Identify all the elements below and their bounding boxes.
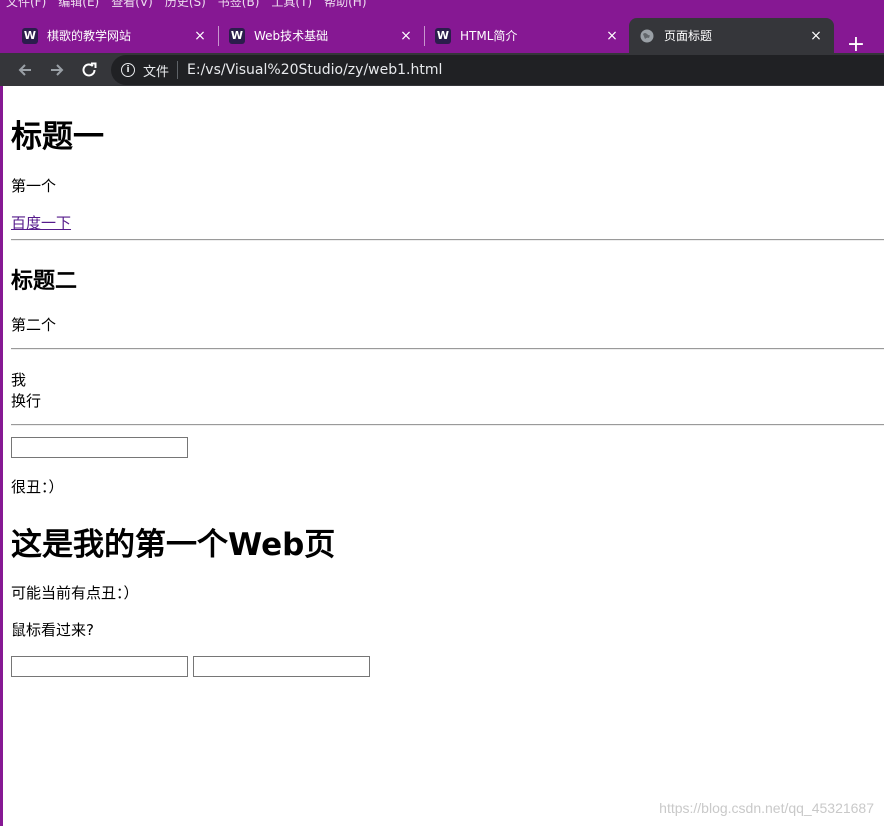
reload-icon [82, 62, 97, 77]
tab-title: Web技术基础 [254, 29, 329, 43]
menu-bar: 文件(F) 编辑(E) 查看(V) 历史(S) 书签(B) 工具(T) 帮助(H… [0, 0, 884, 10]
info-icon[interactable]: i [121, 63, 135, 77]
arrow-right-icon [51, 64, 64, 76]
close-icon[interactable]: × [604, 28, 620, 44]
horizontal-rule [11, 239, 884, 241]
menu-bookmarks[interactable]: 书签(B) [218, 0, 260, 10]
tab-strip: W 棋歌的教学网站 × W Web技术基础 × W HTML简介 × 页面标题 … [0, 10, 884, 57]
address-divider [177, 61, 179, 79]
browser-window: 文件(F) 编辑(E) 查看(V) 历史(S) 书签(B) 工具(T) 帮助(H… [0, 0, 884, 826]
baidu-link[interactable]: 百度一下 [11, 214, 71, 232]
line-break-text: 换行 [11, 392, 42, 410]
forward-button[interactable] [44, 57, 70, 83]
arrow-left-icon [18, 64, 31, 76]
menu-help[interactable]: 帮助(H) [324, 0, 366, 10]
w-favicon-icon: W [229, 27, 245, 44]
w-favicon-icon: W [435, 27, 451, 44]
browser-toolbar: i 文件 E:/vs/Visual%20Studio/zy/web1.html [0, 53, 884, 86]
menu-history[interactable]: 历史(S) [165, 0, 206, 10]
globe-icon [639, 28, 655, 44]
paragraph-mouse-here: 鼠标看过来? [11, 621, 94, 639]
heading-first-web-page: 这是我的第一个Web页 [11, 527, 336, 563]
tab-title: 棋歌的教学网站 [47, 29, 132, 43]
close-icon[interactable]: × [398, 28, 414, 44]
horizontal-rule [11, 424, 884, 426]
text-input-1[interactable] [11, 437, 188, 458]
url-text[interactable]: E:/vs/Visual%20Studio/zy/web1.html [187, 62, 442, 78]
scheme-label: 文件 [143, 64, 170, 80]
paragraph-second: 第二个 [11, 316, 57, 334]
heading-two: 标题二 [11, 269, 78, 294]
close-icon[interactable]: × [808, 28, 824, 44]
menu-view[interactable]: 查看(V) [111, 0, 153, 10]
tab-teaching-site[interactable]: W 棋歌的教学网站 × [12, 18, 218, 53]
heading-one: 标题一 [11, 119, 104, 155]
menu-file[interactable]: 文件(F) [6, 0, 46, 10]
back-button[interactable] [12, 57, 38, 83]
close-icon[interactable]: × [192, 28, 208, 44]
menu-tools[interactable]: 工具(T) [271, 0, 312, 10]
tab-page-title[interactable]: 页面标题 × [629, 18, 834, 53]
baidu-link-paragraph: 百度一下 [11, 212, 71, 233]
tab-web-basics[interactable]: W Web技术基础 × [219, 18, 424, 53]
paragraph-first: 第一个 [11, 177, 57, 195]
tab-title: 页面标题 [664, 29, 713, 43]
paragraph-ugly: 很丑：） [11, 478, 64, 496]
page-viewport: 标题一 第一个 百度一下 标题二 第二个 我 换行 很丑：） 这是我的第一个We… [0, 86, 884, 826]
reload-button[interactable] [76, 57, 102, 83]
menu-edit[interactable]: 编辑(E) [58, 0, 99, 10]
tab-title: HTML简介 [460, 29, 518, 43]
w-favicon-icon: W [22, 27, 38, 44]
text-input-2[interactable] [11, 656, 188, 677]
text-input-3[interactable] [193, 656, 370, 677]
tab-html-intro[interactable]: W HTML简介 × [425, 18, 630, 53]
watermark: https://blog.csdn.net/qq_45321687 [659, 800, 874, 816]
paragraph-maybe-ugly: 可能当前有点丑：） [11, 584, 139, 602]
address-bar[interactable]: i 文件 E:/vs/Visual%20Studio/zy/web1.html [111, 55, 884, 85]
line-me: 我 [11, 371, 27, 389]
horizontal-rule [11, 348, 884, 350]
